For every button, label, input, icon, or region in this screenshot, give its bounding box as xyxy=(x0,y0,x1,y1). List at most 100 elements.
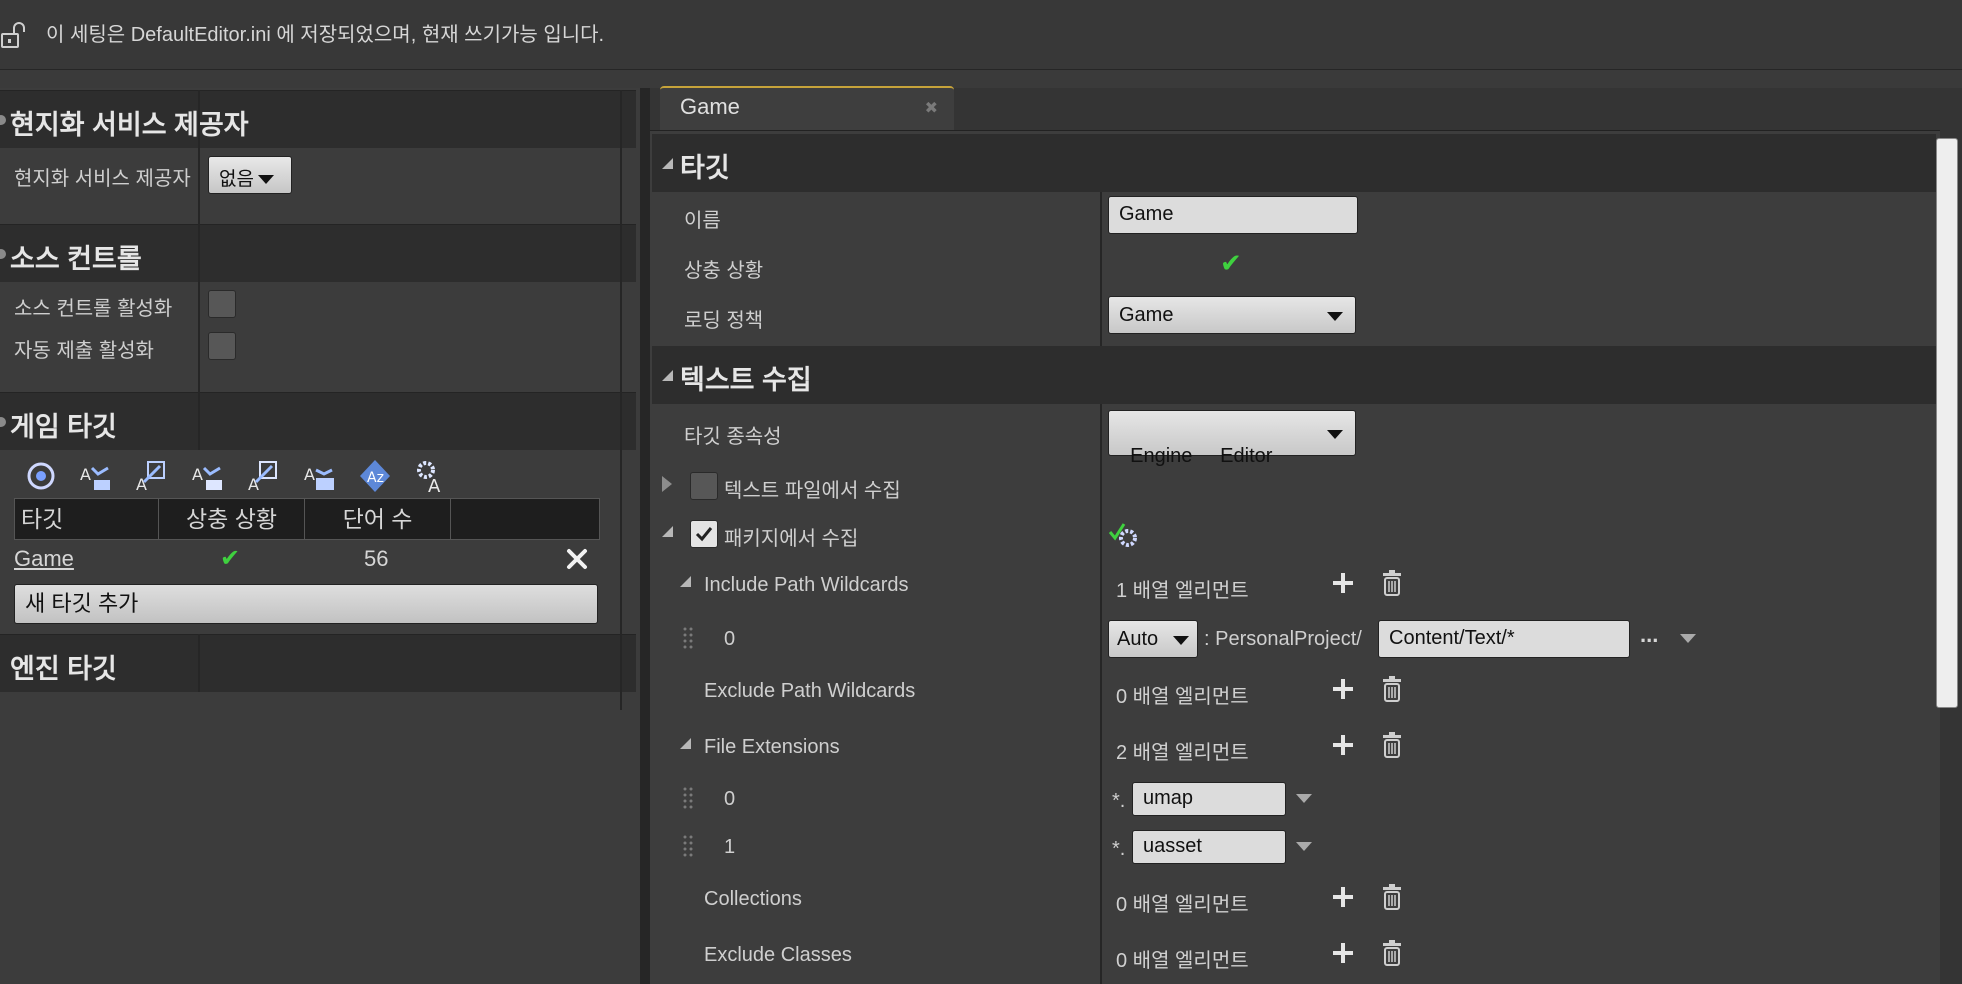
category-collapse-icon[interactable] xyxy=(0,115,6,125)
expand-arrow-icon[interactable] xyxy=(662,526,673,537)
table-header: 타깃 상충 상황 단어 수 xyxy=(14,498,600,540)
include-path-input[interactable]: Content/Text/* xyxy=(1378,620,1630,658)
drag-handle-icon[interactable] xyxy=(682,834,694,860)
tab-label: Game xyxy=(680,94,740,119)
source-control-enable-checkbox[interactable] xyxy=(208,290,236,318)
loc-service-label: 현지화 서비스 제공자 xyxy=(14,168,191,190)
conflict-check-icon: ✔ xyxy=(1220,248,1242,278)
auto-submit-checkbox[interactable] xyxy=(208,332,236,360)
path-root-value: Auto xyxy=(1117,628,1159,650)
loading-policy-label: 로딩 정책 xyxy=(684,310,764,332)
category-title: 타깃 xyxy=(680,153,730,183)
export-dialogue-icon[interactable]: A xyxy=(246,458,280,494)
category-loc-service[interactable]: 현지화 서비스 제공자 xyxy=(0,90,636,148)
path-prefix: : PersonalProject/ xyxy=(1204,628,1362,650)
svg-text:A: A xyxy=(428,476,441,494)
collections-label: Collections xyxy=(704,888,802,910)
delete-all-trash-icon[interactable] xyxy=(1380,884,1404,910)
conflict-check-icon: ✔ xyxy=(220,545,241,572)
gather-text-icon[interactable] xyxy=(24,458,58,494)
gather-text-files-checkbox[interactable] xyxy=(690,472,718,500)
browse-ellipsis-button[interactable]: ... xyxy=(1640,622,1658,648)
column-divider xyxy=(620,224,622,392)
options-dropdown-icon[interactable] xyxy=(1296,794,1312,803)
tab-game[interactable]: Game ✖ xyxy=(660,86,954,130)
export-text-icon[interactable]: A xyxy=(134,458,168,494)
delete-all-trash-icon[interactable] xyxy=(1380,940,1404,966)
extension-input[interactable]: uasset xyxy=(1132,830,1286,864)
expand-arrow-icon[interactable] xyxy=(662,158,673,169)
tab-close-icon[interactable]: ✖ xyxy=(925,98,938,118)
target-settings-icon[interactable]: A xyxy=(414,458,448,494)
category-game-targets[interactable]: 게임 타깃 xyxy=(0,392,636,450)
add-element-plus-icon[interactable] xyxy=(1330,676,1356,702)
category-engine-targets[interactable]: 엔진 타깃 xyxy=(0,634,636,692)
array-index: 0 xyxy=(724,628,736,650)
array-index: 1 xyxy=(724,836,736,858)
array-index: 0 xyxy=(724,788,736,810)
target-name-link[interactable]: Game xyxy=(14,546,74,572)
compile-text-icon[interactable]: Az xyxy=(358,458,392,494)
category-collapse-icon[interactable] xyxy=(0,417,6,427)
expand-arrow-icon[interactable] xyxy=(662,476,672,492)
svg-text:A: A xyxy=(136,475,147,494)
gather-text-files-label: 텍스트 파일에서 수집 xyxy=(724,480,901,502)
delete-all-trash-icon[interactable] xyxy=(1380,732,1404,758)
details-scrollbar[interactable] xyxy=(1936,138,1958,708)
column-header-target[interactable]: 타깃 xyxy=(15,499,159,539)
import-text-icon[interactable]: A xyxy=(78,458,112,494)
add-element-plus-icon[interactable] xyxy=(1330,570,1356,596)
expand-arrow-icon[interactable] xyxy=(680,576,691,587)
delete-all-trash-icon[interactable] xyxy=(1380,676,1404,702)
expand-arrow-icon[interactable] xyxy=(662,370,673,381)
svg-text:A: A xyxy=(304,465,315,484)
column-divider xyxy=(1100,134,1102,984)
options-dropdown-icon[interactable] xyxy=(1296,842,1312,851)
import-dialogue-icon[interactable]: A xyxy=(190,458,224,494)
file-extensions-label: File Extensions xyxy=(704,736,840,758)
include-path-wildcards-label: Include Path Wildcards xyxy=(704,574,909,596)
panel-splitter[interactable] xyxy=(640,88,650,984)
extension-input[interactable]: umap xyxy=(1132,782,1286,816)
drag-handle-icon[interactable] xyxy=(682,626,694,652)
file-extensions-count: 2 배열 엘리먼트 xyxy=(1116,742,1249,764)
expand-arrow-icon[interactable] xyxy=(680,738,691,749)
target-dependencies-combo[interactable]: Engine Editor xyxy=(1108,410,1356,467)
column-divider xyxy=(620,90,622,224)
chevron-down-icon xyxy=(257,175,274,185)
category-collapse-icon[interactable] xyxy=(0,249,6,259)
delete-all-trash-icon[interactable] xyxy=(1380,570,1404,596)
column-divider xyxy=(198,634,200,692)
add-element-plus-icon[interactable] xyxy=(1330,940,1356,966)
category-title: 텍스트 수집 xyxy=(680,365,812,395)
column-divider xyxy=(620,634,622,710)
category-title: 엔진 타깃 xyxy=(10,654,117,684)
exclude-path-wildcards-label: Exclude Path Wildcards xyxy=(704,680,916,702)
delete-target-icon[interactable] xyxy=(566,548,588,570)
gather-packages-checkbox[interactable] xyxy=(690,520,718,548)
gather-packages-label: 패키지에서 수집 xyxy=(724,528,859,550)
loading-policy-value: Game xyxy=(1119,304,1174,326)
column-header-conflicts[interactable]: 상충 상황 xyxy=(159,499,305,539)
drag-handle-icon[interactable] xyxy=(682,786,694,812)
loading-policy-combo[interactable]: Game xyxy=(1108,296,1356,334)
count-words-icon[interactable]: A xyxy=(302,458,336,494)
category-target[interactable]: 타깃 xyxy=(652,134,1936,192)
details-view xyxy=(650,130,1940,984)
add-element-plus-icon[interactable] xyxy=(1330,884,1356,910)
svg-text:A: A xyxy=(248,475,259,494)
target-name-input[interactable]: Game xyxy=(1108,196,1358,234)
category-text-gather[interactable]: 텍스트 수집 xyxy=(652,346,1936,404)
category-source-control[interactable]: 소스 컨트롤 xyxy=(0,224,636,282)
add-new-target-button[interactable]: 새 타깃 추가 xyxy=(14,584,598,624)
collections-count: 0 배열 엘리먼트 xyxy=(1116,894,1249,916)
loc-service-value: 없음 xyxy=(219,169,254,190)
loc-service-combo[interactable]: 없음 xyxy=(208,156,292,194)
table-row[interactable]: Game ✔ 56 xyxy=(14,540,600,580)
add-element-plus-icon[interactable] xyxy=(1330,732,1356,758)
gather-settings-icon[interactable] xyxy=(1108,518,1140,550)
column-header-word-count[interactable]: 단어 수 xyxy=(305,499,451,539)
options-dropdown-icon[interactable] xyxy=(1680,634,1696,643)
column-divider xyxy=(198,224,200,392)
path-root-combo[interactable]: Auto xyxy=(1108,620,1198,658)
